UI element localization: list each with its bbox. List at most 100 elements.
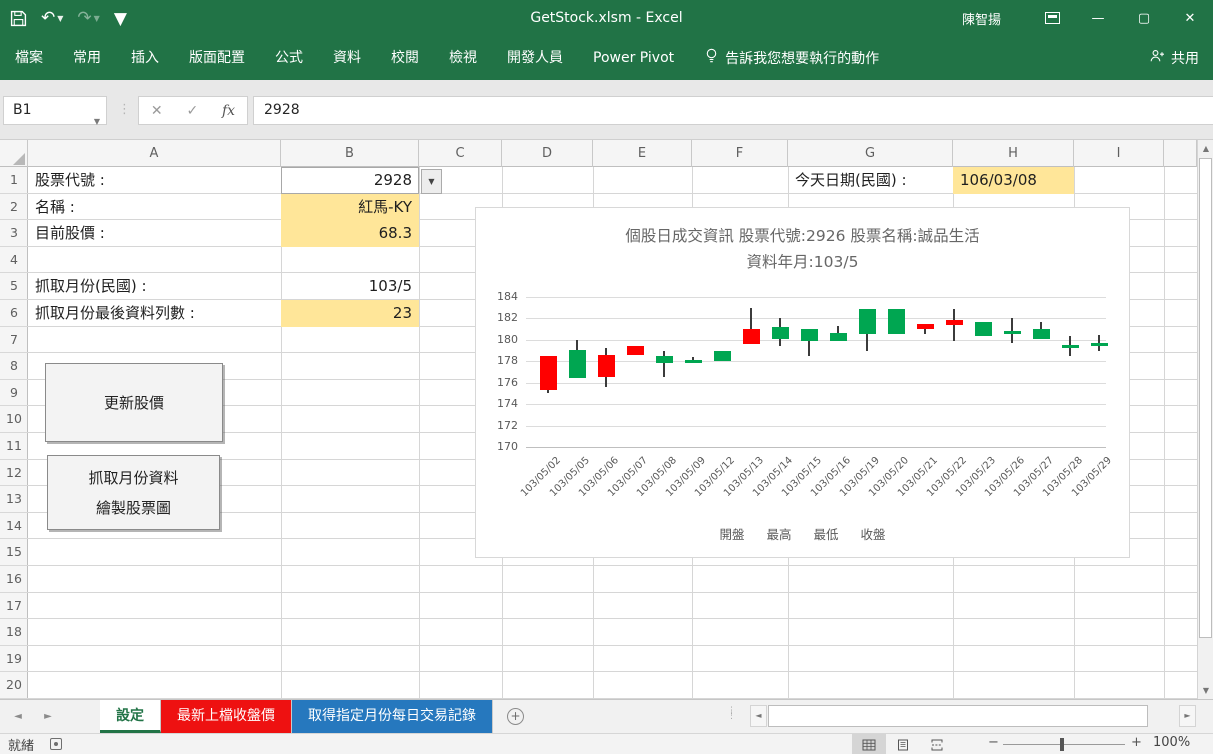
column-header-F[interactable]: F bbox=[692, 140, 788, 167]
vertical-scrollbar-thumb[interactable] bbox=[1199, 158, 1212, 638]
cell-H1[interactable]: 106/03/08 bbox=[953, 167, 1074, 194]
cell-B3[interactable]: 68.3 bbox=[281, 220, 419, 247]
scroll-up-icon[interactable]: ▲ bbox=[1198, 140, 1213, 157]
name-box-dropdown-icon[interactable]: ▼ bbox=[94, 108, 100, 135]
scroll-down-icon[interactable]: ▼ bbox=[1198, 682, 1213, 699]
row-header-17[interactable]: 17 bbox=[0, 593, 28, 620]
share-button[interactable]: 共用 bbox=[1150, 36, 1199, 80]
cell-A3[interactable]: 目前股價 : bbox=[28, 220, 281, 247]
ribbon-tab-檢視[interactable]: 檢視 bbox=[434, 36, 492, 80]
macro-record-icon[interactable] bbox=[50, 738, 62, 750]
account-name[interactable]: 陳智揚 bbox=[962, 9, 1001, 28]
sheet-nav-left-icon[interactable]: ◄ bbox=[8, 700, 28, 733]
fetch-month-data-button[interactable]: 抓取月份資料 繪製股票圖 bbox=[47, 455, 220, 530]
ribbon-tab-power-pivot[interactable]: Power Pivot bbox=[578, 36, 689, 80]
zoom-slider-handle[interactable] bbox=[1060, 738, 1064, 751]
row-header-18[interactable]: 18 bbox=[0, 619, 28, 646]
ribbon-tab-檔案[interactable]: 檔案 bbox=[0, 36, 58, 80]
row-header-7[interactable]: 7 bbox=[0, 327, 28, 354]
cancel-entry-icon[interactable]: ✕ bbox=[151, 103, 163, 119]
row-header-10[interactable]: 10 bbox=[0, 406, 28, 433]
row-header-15[interactable]: 15 bbox=[0, 539, 28, 566]
column-header-E[interactable]: E bbox=[593, 140, 692, 167]
ribbon-tab-開發人員[interactable]: 開發人員 bbox=[492, 36, 578, 80]
ribbon-tab-資料[interactable]: 資料 bbox=[318, 36, 376, 80]
name-box[interactable]: B1 ▼ bbox=[3, 96, 107, 125]
minimize-button[interactable]: — bbox=[1075, 0, 1121, 36]
row-header-8[interactable]: 8 bbox=[0, 353, 28, 380]
cell-A2[interactable]: 名稱 : bbox=[28, 194, 281, 221]
row-header-5[interactable]: 5 bbox=[0, 273, 28, 300]
grid-line-v bbox=[419, 167, 420, 699]
cell-dropdown-button[interactable]: ▼ bbox=[421, 169, 442, 194]
row-header-3[interactable]: 3 bbox=[0, 220, 28, 247]
column-header-H[interactable]: H bbox=[953, 140, 1074, 167]
sheet-nav-right-icon[interactable]: ► bbox=[38, 700, 58, 733]
page-break-view-icon[interactable] bbox=[920, 734, 954, 754]
row-header-14[interactable]: 14 bbox=[0, 513, 28, 540]
scroll-right-icon[interactable]: ► bbox=[1179, 705, 1196, 727]
zoom-level[interactable]: 100% bbox=[1153, 735, 1190, 750]
row-header-19[interactable]: 19 bbox=[0, 646, 28, 673]
column-header-B[interactable]: B bbox=[281, 140, 419, 167]
row-header-4[interactable]: 4 bbox=[0, 247, 28, 274]
tell-me-box[interactable]: 告訴我您想要執行的動作 bbox=[705, 48, 879, 68]
cell-B5[interactable]: 103/5 bbox=[281, 273, 419, 300]
column-header-G[interactable]: G bbox=[788, 140, 953, 167]
row-header-9[interactable]: 9 bbox=[0, 380, 28, 407]
row-header-2[interactable]: 2 bbox=[0, 194, 28, 221]
maximize-button[interactable]: ▢ bbox=[1121, 0, 1167, 36]
confirm-entry-icon[interactable]: ✓ bbox=[186, 103, 198, 119]
person-plus-icon bbox=[1150, 49, 1165, 67]
sheet-tab-最新上檔收盤價[interactable]: 最新上檔收盤價 bbox=[161, 700, 292, 733]
ribbon-tab-常用[interactable]: 常用 bbox=[58, 36, 116, 80]
chart-ytick-170: 170 bbox=[488, 440, 518, 453]
zoom-in-icon[interactable]: + bbox=[1131, 735, 1142, 750]
formula-input[interactable]: 2928 bbox=[253, 96, 1213, 125]
row-header-16[interactable]: 16 bbox=[0, 566, 28, 593]
cell-A6[interactable]: 抓取月份最後資料列數 : bbox=[28, 300, 281, 327]
tab-scroll-splitter[interactable]: ⋮⋮ bbox=[727, 709, 736, 719]
ribbon-tab-插入[interactable]: 插入 bbox=[116, 36, 174, 80]
ribbon-display-options-icon[interactable] bbox=[1029, 0, 1075, 36]
normal-view-icon[interactable] bbox=[852, 734, 886, 754]
stock-chart[interactable]: 個股日成交資訊 股票代號:2926 股票名稱:誠品生活 資料年月:103/5 開… bbox=[475, 207, 1130, 558]
row-header-12[interactable]: 12 bbox=[0, 460, 28, 487]
ribbon-tab-版面配置[interactable]: 版面配置 bbox=[174, 36, 260, 80]
column-header-I[interactable]: I bbox=[1074, 140, 1164, 167]
scroll-left-icon[interactable]: ◄ bbox=[750, 705, 767, 727]
column-header-C[interactable]: C bbox=[419, 140, 502, 167]
horizontal-scrollbar[interactable]: ◄ ► bbox=[750, 705, 1196, 727]
zoom-slider[interactable] bbox=[1003, 744, 1125, 745]
row-header-20[interactable]: 20 bbox=[0, 672, 28, 699]
cell-B2[interactable]: 紅馬-KY bbox=[281, 194, 419, 221]
ribbon-tab-校閱[interactable]: 校閱 bbox=[376, 36, 434, 80]
column-header-A[interactable]: A bbox=[28, 140, 281, 167]
select-all-corner[interactable] bbox=[0, 140, 28, 167]
row-header-6[interactable]: 6 bbox=[0, 300, 28, 327]
row-header-13[interactable]: 13 bbox=[0, 486, 28, 513]
page-layout-view-icon[interactable] bbox=[886, 734, 920, 754]
candle-103-05-23 bbox=[975, 322, 992, 336]
sheet-tab-取得指定月份每日交易記錄[interactable]: 取得指定月份每日交易記錄 bbox=[292, 700, 493, 733]
row-header-11[interactable]: 11 bbox=[0, 433, 28, 460]
ribbon-tab-公式[interactable]: 公式 bbox=[260, 36, 318, 80]
column-header-D[interactable]: D bbox=[502, 140, 593, 167]
horizontal-scrollbar-thumb[interactable] bbox=[768, 705, 1148, 727]
update-stock-price-button[interactable]: 更新股價 bbox=[45, 363, 223, 442]
vertical-scrollbar[interactable]: ▲ ▼ bbox=[1197, 140, 1213, 699]
cell-B6[interactable]: 23 bbox=[281, 300, 419, 327]
sheet-tab-設定[interactable]: 設定 bbox=[100, 700, 161, 733]
cell-G1[interactable]: 今天日期(民國) : bbox=[788, 167, 953, 194]
cell-B1[interactable]: 2928 bbox=[281, 167, 419, 194]
row-header-1[interactable]: 1 bbox=[0, 167, 28, 194]
zoom-out-icon[interactable]: − bbox=[988, 735, 999, 750]
cell-A1[interactable]: 股票代號 : bbox=[28, 167, 281, 194]
candle-103-05-19 bbox=[859, 309, 876, 335]
add-sheet-button[interactable]: + bbox=[507, 700, 524, 733]
insert-function-icon[interactable]: fx bbox=[222, 103, 235, 119]
chart-gridline-176 bbox=[526, 383, 1106, 384]
close-button[interactable]: ✕ bbox=[1167, 0, 1213, 36]
column-header-blank[interactable] bbox=[1164, 140, 1197, 167]
cell-A5[interactable]: 抓取月份(民國) : bbox=[28, 273, 281, 300]
